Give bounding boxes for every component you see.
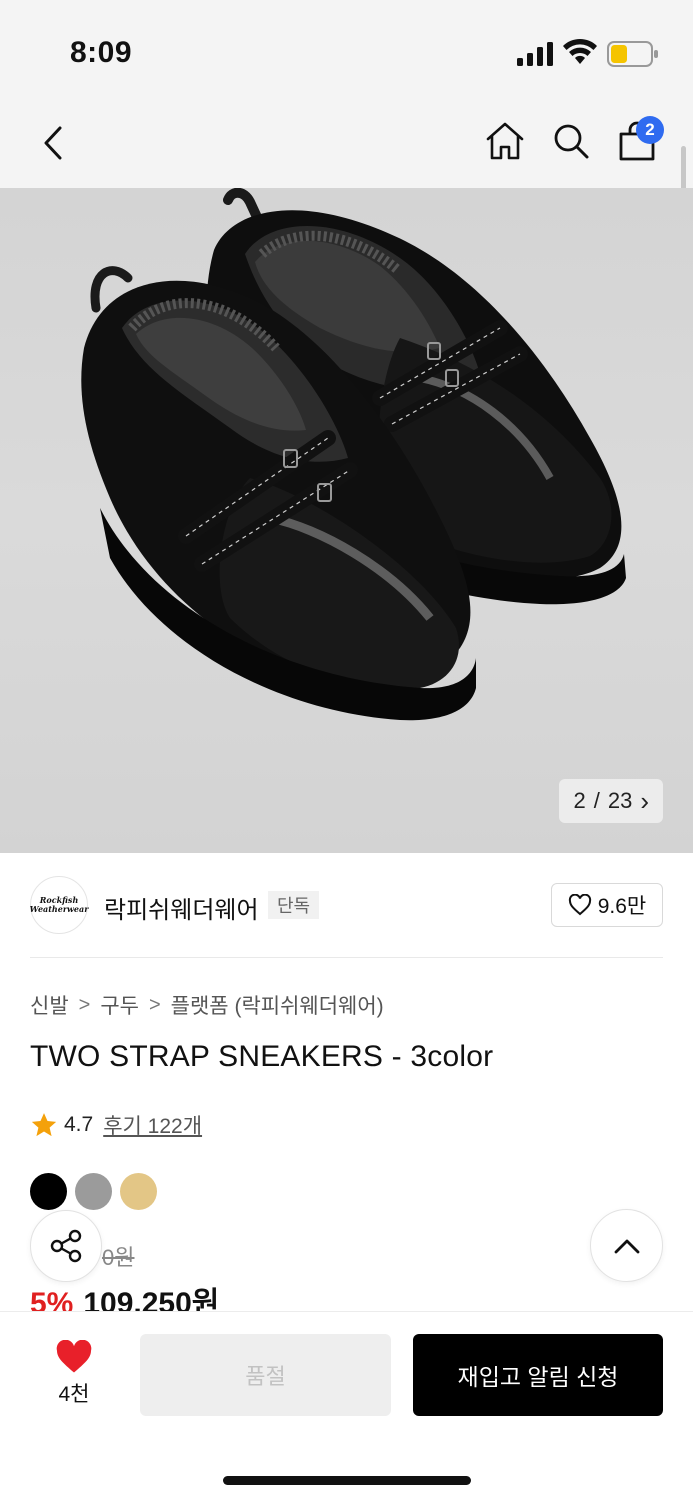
- divider: [30, 957, 663, 958]
- heart-filled-icon: [56, 1340, 92, 1373]
- status-bar: 8:09: [0, 0, 693, 100]
- home-button[interactable]: [482, 118, 528, 164]
- cellular-signal-icon: [517, 42, 553, 66]
- search-button[interactable]: [548, 118, 594, 164]
- bottom-action-bar: 4천 품절 재입고 알림 신청: [0, 1311, 693, 1500]
- brand-like-button[interactable]: 9.6만: [551, 883, 663, 927]
- color-swatch-gray[interactable]: [75, 1173, 112, 1210]
- cart-count-badge: 2: [636, 116, 664, 144]
- share-icon: [50, 1229, 82, 1263]
- home-icon: [486, 122, 524, 160]
- heart-outline-icon: [568, 894, 591, 916]
- star-icon: [31, 1113, 57, 1137]
- rating-score: 4.7: [64, 1113, 94, 1136]
- wifi-icon: [563, 38, 597, 64]
- search-icon: [554, 124, 589, 159]
- chevron-left-icon: [44, 126, 62, 160]
- pager-total: 23: [607, 788, 633, 813]
- product-rating[interactable]: 4.7 후기 122개: [30, 1110, 202, 1140]
- status-time: 8:09: [70, 36, 133, 69]
- brand-logo[interactable]: Rockfish Weatherwear: [30, 876, 88, 934]
- brand-logo-line2: Weatherwear: [29, 904, 89, 914]
- color-swatch-black[interactable]: [30, 1173, 67, 1210]
- breadcrumb: 신발 > 구두 > 플랫폼 (락피쉬웨더웨어): [30, 990, 384, 1020]
- pager-separator: /: [593, 788, 600, 813]
- exclusive-badge: 단독: [268, 891, 320, 919]
- chevron-up-icon: [614, 1239, 639, 1253]
- pager-current: 2: [573, 788, 586, 813]
- chevron-right-icon: ›: [640, 785, 649, 816]
- back-button[interactable]: [30, 120, 76, 166]
- color-swatches: [30, 1173, 157, 1210]
- chevron-right-icon: >: [78, 993, 91, 1016]
- color-swatch-beige[interactable]: [120, 1173, 157, 1210]
- product-title: TWO STRAP SNEAKERS - 3color: [30, 1040, 494, 1073]
- restock-alert-button[interactable]: 재입고 알림 신청: [413, 1334, 663, 1416]
- top-nav-bar: [0, 100, 693, 188]
- share-button[interactable]: [30, 1210, 102, 1282]
- battery-icon: [607, 41, 658, 67]
- wishlist-count: 4천: [58, 1383, 90, 1406]
- breadcrumb-item[interactable]: 신발: [30, 990, 69, 1020]
- sold-out-button[interactable]: 품절: [140, 1334, 391, 1416]
- review-count-link[interactable]: 후기 122개: [103, 1110, 202, 1140]
- chevron-right-icon: >: [148, 993, 161, 1016]
- scroll-to-top-button[interactable]: [590, 1209, 663, 1282]
- wishlist-button[interactable]: 4천: [34, 1340, 114, 1408]
- breadcrumb-item[interactable]: 플랫폼 (락피쉬웨더웨어): [171, 990, 384, 1020]
- brand-name-link[interactable]: 락피쉬웨더웨어: [104, 890, 259, 925]
- image-pager[interactable]: 2 / 23 ›: [559, 779, 663, 823]
- brand-like-count: 9.6만: [597, 895, 647, 918]
- product-image-gallery[interactable]: 2 / 23 ›: [0, 188, 693, 853]
- home-indicator[interactable]: [223, 1476, 471, 1485]
- brand-row: Rockfish Weatherwear 락피쉬웨더웨어 단독 9.6만: [30, 876, 663, 934]
- breadcrumb-item[interactable]: 구두: [100, 990, 139, 1020]
- product-photo-shoes: [81, 188, 626, 721]
